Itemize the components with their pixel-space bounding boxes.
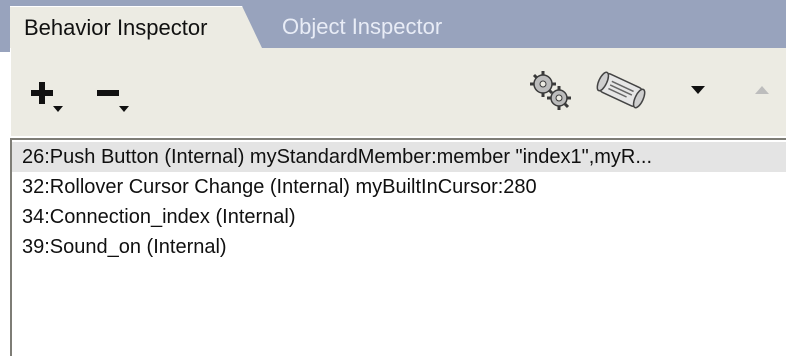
remove-behavior-button[interactable] — [91, 76, 137, 116]
tab-behavior-inspector[interactable]: Behavior Inspector — [10, 6, 262, 48]
parameters-button[interactable] — [523, 66, 579, 116]
list-item[interactable]: 39:Sound_on (Internal) — [12, 232, 786, 262]
move-down-button[interactable] — [683, 76, 713, 104]
tab-object-inspector-label: Object Inspector — [282, 14, 443, 39]
tab-object-inspector[interactable]: Object Inspector — [270, 6, 500, 48]
arrow-up-icon — [755, 86, 769, 94]
list-item[interactable]: 34:Connection_index (Internal) — [12, 202, 786, 232]
list-item[interactable]: 32:Rollover Cursor Change (Internal) myB… — [12, 172, 786, 202]
tab-behavior-inspector-label: Behavior Inspector — [24, 15, 208, 40]
add-behavior-button[interactable] — [25, 76, 71, 116]
script-scroll-icon — [596, 71, 646, 109]
behavior-list[interactable]: 26:Push Button (Internal) myStandardMemb… — [10, 138, 786, 356]
move-up-button[interactable] — [747, 76, 777, 104]
tab-strip: Behavior Inspector Object Inspector — [0, 0, 786, 52]
toolbar — [10, 48, 786, 136]
minus-dropdown-icon — [97, 90, 129, 112]
script-button[interactable] — [591, 68, 651, 112]
behavior-inspector-panel: Behavior Inspector Object Inspector 26:P… — [0, 0, 786, 356]
plus-dropdown-icon — [31, 82, 63, 112]
gears-icon — [530, 71, 571, 110]
list-item[interactable]: 26:Push Button (Internal) myStandardMemb… — [12, 142, 786, 172]
arrow-down-icon — [691, 86, 705, 94]
